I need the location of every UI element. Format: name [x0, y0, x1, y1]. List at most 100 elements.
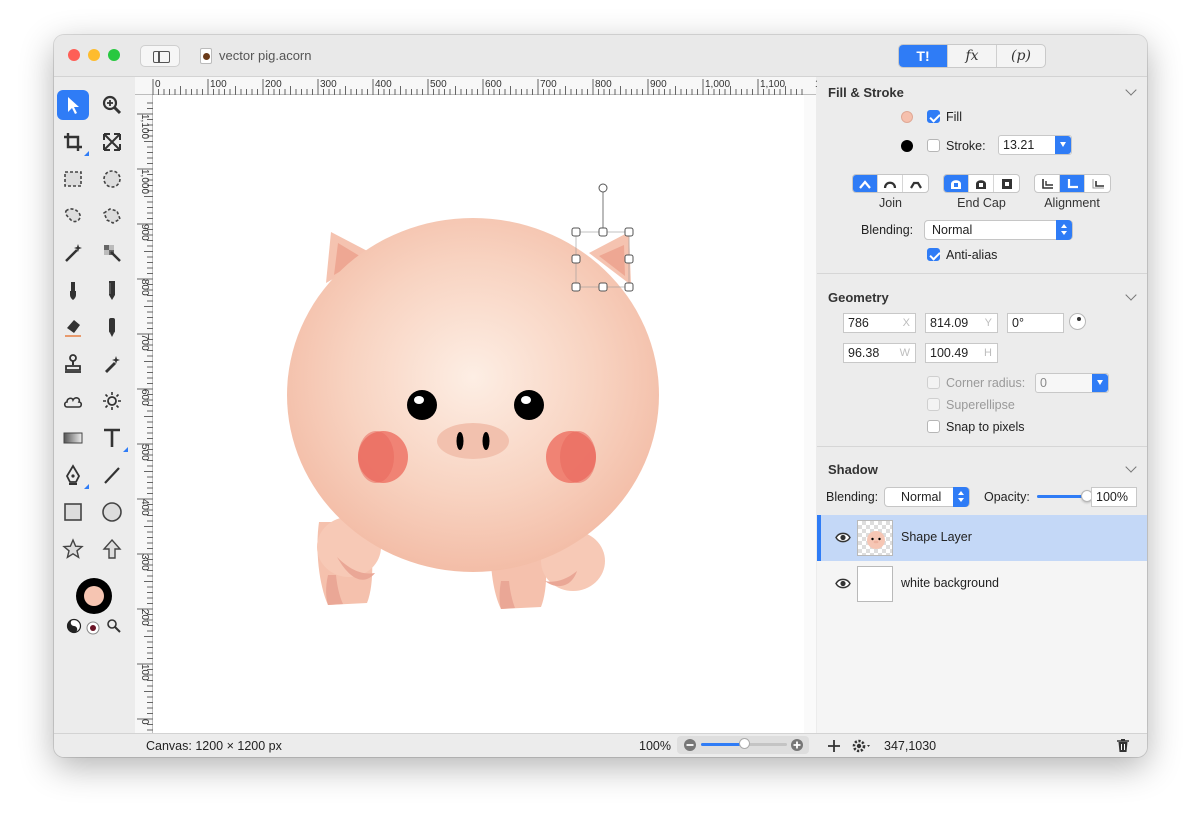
- eyedropper-magnifier-icon[interactable]: [106, 618, 122, 634]
- layer-row-shape-layer[interactable]: Shape Layer: [817, 515, 1147, 561]
- tab-fx[interactable]: fx: [948, 45, 997, 67]
- height-field[interactable]: 100.49 H: [925, 343, 998, 363]
- pencil-tool[interactable]: [96, 275, 128, 305]
- brush-tool[interactable]: [57, 275, 89, 305]
- cloud-shape-tool[interactable]: [57, 386, 89, 416]
- polygon-lasso-tool[interactable]: [96, 201, 128, 231]
- rotation-dial[interactable]: [1069, 313, 1086, 330]
- align-outside-button[interactable]: [1085, 175, 1110, 192]
- fill-color-well[interactable]: [84, 586, 104, 606]
- zoom-out-icon[interactable]: [683, 738, 697, 752]
- rect-select-tool[interactable]: [57, 164, 89, 194]
- trash-icon[interactable]: [1116, 738, 1130, 753]
- rotation-field[interactable]: 0°: [1007, 313, 1064, 333]
- chevron-down-icon[interactable]: [1125, 289, 1137, 301]
- geometry-section-title[interactable]: Geometry: [828, 290, 889, 305]
- anti-alias-checkbox[interactable]: [927, 248, 940, 261]
- sun-tool[interactable]: [96, 386, 128, 416]
- chevron-down-icon[interactable]: [1125, 84, 1137, 96]
- line-tool[interactable]: [96, 460, 128, 490]
- tab-tools[interactable]: T!: [899, 45, 948, 67]
- snap-to-pixels-checkbox[interactable]: [927, 420, 940, 433]
- zoom-slider-knob[interactable]: [739, 738, 750, 749]
- fill-checkbox[interactable]: [927, 110, 940, 123]
- superellipse-checkbox[interactable]: [927, 398, 940, 411]
- star-tool[interactable]: [57, 534, 89, 564]
- eye-icon[interactable]: [835, 532, 851, 543]
- magic-wand-tool[interactable]: [57, 238, 89, 268]
- smudge-tool[interactable]: [96, 312, 128, 342]
- corner-radius-dropdown[interactable]: [1092, 374, 1108, 392]
- corner-radius-checkbox[interactable]: [927, 376, 940, 389]
- vertical-scrollbar[interactable]: [804, 95, 816, 733]
- eye-icon[interactable]: [835, 578, 851, 589]
- cap-square-button[interactable]: [994, 175, 1019, 192]
- resize-handle[interactable]: [571, 282, 581, 292]
- gear-icon[interactable]: [851, 738, 873, 754]
- oval-tool[interactable]: [96, 497, 128, 527]
- opacity-slider[interactable]: [1037, 490, 1093, 502]
- tab-properties[interactable]: (p): [997, 45, 1045, 67]
- color-select-tool[interactable]: [96, 238, 128, 268]
- eraser-tool[interactable]: [57, 312, 89, 342]
- sidebar-toggle-button[interactable]: [140, 45, 180, 67]
- zoom-tool[interactable]: [96, 90, 128, 120]
- blending-mode-select[interactable]: Normal: [924, 220, 1073, 240]
- arrow-shape-tool[interactable]: [96, 534, 128, 564]
- opacity-field[interactable]: 100%: [1091, 487, 1137, 507]
- resize-handle[interactable]: [624, 282, 634, 292]
- stroke-color-well[interactable]: [76, 578, 112, 614]
- resize-handle[interactable]: [571, 254, 581, 264]
- shadow-section-title[interactable]: Shadow: [828, 462, 878, 477]
- minimize-window-button[interactable]: [88, 49, 100, 61]
- rectangle-tool[interactable]: [57, 497, 89, 527]
- zoom-in-icon[interactable]: [790, 738, 804, 752]
- add-layer-icon[interactable]: [827, 739, 841, 753]
- shadow-blending-select[interactable]: Normal: [884, 487, 970, 507]
- text-t-icon: [104, 428, 120, 447]
- gradient-tool[interactable]: [57, 423, 89, 453]
- stroke-width-field[interactable]: 13.21: [998, 135, 1072, 155]
- lasso-tool[interactable]: [57, 201, 89, 231]
- clone-stamp-tool[interactable]: [57, 349, 89, 379]
- stroke-checkbox[interactable]: [927, 139, 940, 152]
- ellipse-select-tool[interactable]: [96, 164, 128, 194]
- resize-handle[interactable]: [598, 227, 608, 237]
- close-window-button[interactable]: [68, 49, 80, 61]
- select-arrow-tool[interactable]: [57, 90, 89, 120]
- text-tool[interactable]: [96, 423, 128, 453]
- stroke-width-dropdown[interactable]: [1055, 136, 1071, 154]
- resize-handle[interactable]: [598, 282, 608, 292]
- chevron-down-icon[interactable]: [1125, 461, 1137, 473]
- cap-butt-button[interactable]: [944, 175, 969, 192]
- layer-row-white-background[interactable]: white background: [817, 561, 1147, 607]
- canvas-document[interactable]: [153, 95, 804, 733]
- transform-tool[interactable]: [96, 127, 128, 157]
- zoom-slider[interactable]: [701, 738, 787, 749]
- zoom-window-button[interactable]: [108, 49, 120, 61]
- canvas-area[interactable]: 0 100 200 300 400 500 600 700 800 900 1,000 1,100 1,…: [135, 77, 823, 733]
- swap-colors-icon[interactable]: [66, 618, 82, 634]
- fill-color-swatch[interactable]: [901, 111, 913, 123]
- crop-tool[interactable]: [57, 127, 89, 157]
- ruler-label: 1,100: [139, 114, 150, 140]
- join-miter-button[interactable]: [853, 175, 878, 192]
- y-field[interactable]: 814.09 Y: [925, 313, 998, 333]
- corner-radius-field[interactable]: 0: [1035, 373, 1109, 393]
- cap-round-button[interactable]: [969, 175, 994, 192]
- align-center-button[interactable]: [1060, 175, 1085, 192]
- pen-tool[interactable]: [57, 460, 89, 490]
- resize-handle[interactable]: [571, 227, 581, 237]
- width-field[interactable]: 96.38 W: [843, 343, 916, 363]
- fill-stroke-section-title[interactable]: Fill & Stroke: [828, 85, 904, 100]
- resize-handle[interactable]: [624, 227, 634, 237]
- rotate-handle[interactable]: [598, 183, 608, 193]
- retouch-tool[interactable]: [96, 349, 128, 379]
- default-colors-icon[interactable]: [86, 621, 100, 635]
- join-bevel-button[interactable]: [903, 175, 928, 192]
- x-field[interactable]: 786 X: [843, 313, 916, 333]
- align-inside-button[interactable]: [1035, 175, 1060, 192]
- join-round-button[interactable]: [878, 175, 903, 192]
- resize-handle[interactable]: [624, 254, 634, 264]
- stroke-color-swatch[interactable]: [901, 140, 913, 152]
